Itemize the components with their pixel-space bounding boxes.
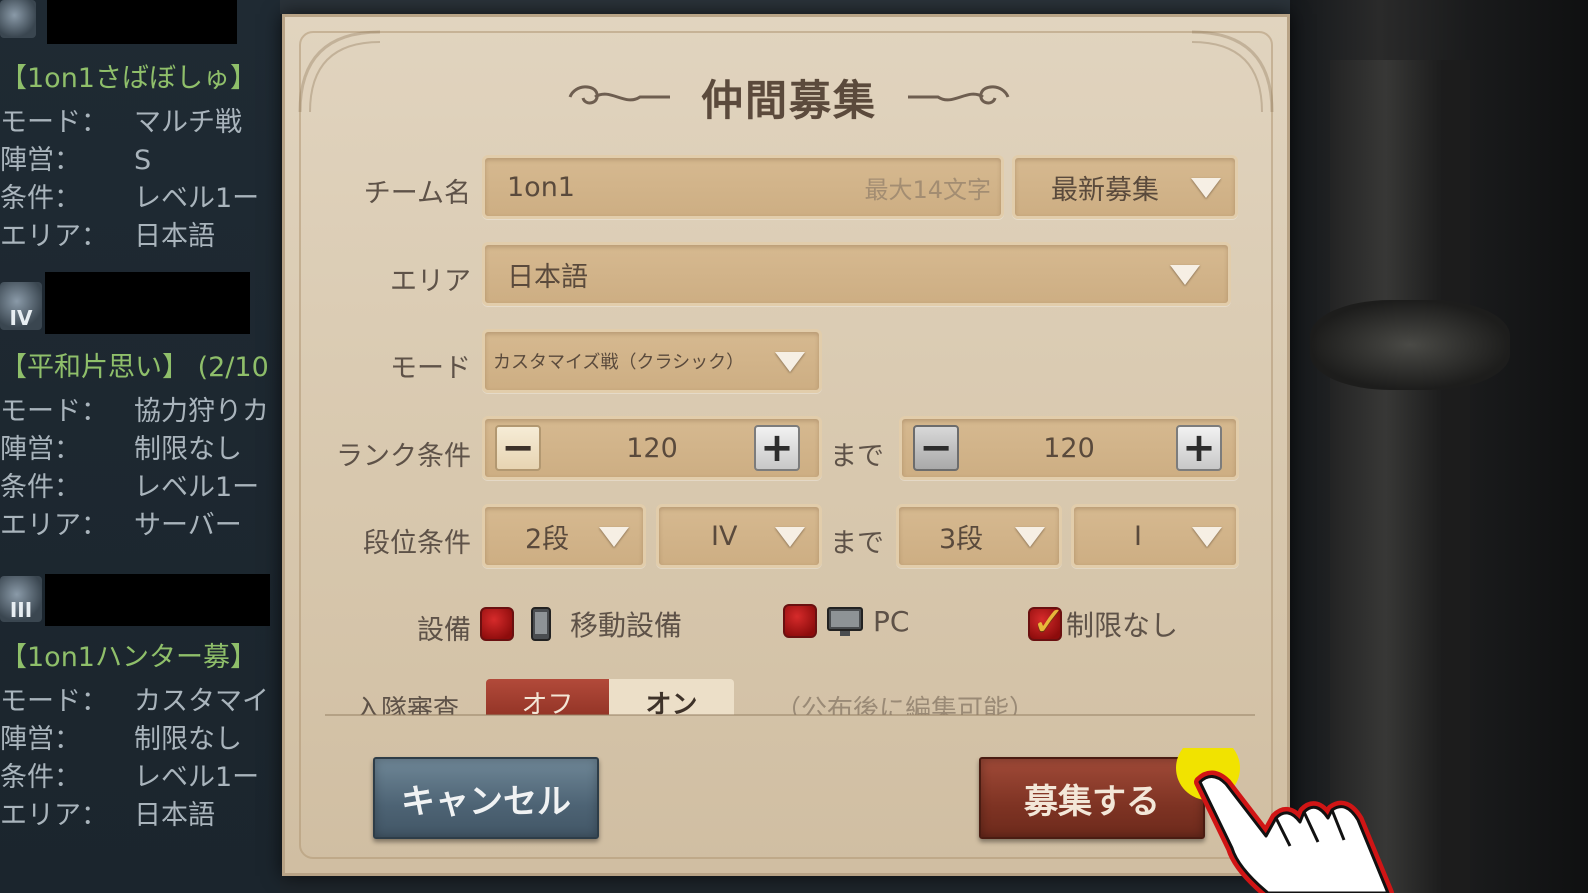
team-faction: 陣営： 制限なし [0, 724, 242, 755]
flourish-left-icon [568, 85, 670, 105]
background-top-strip [280, 0, 1290, 14]
review-label: 入隊審査 [355, 695, 460, 715]
scroll-divider [325, 714, 1255, 716]
chevron-down-icon [775, 527, 805, 547]
cancel-button[interactable]: キャンセル [373, 757, 599, 839]
tier-from-dan-value: 2段 [525, 523, 570, 555]
chevron-down-icon [1170, 265, 1200, 285]
dialog-header: 仲間募集 [285, 67, 1293, 127]
tier-from-sub-select[interactable]: IV [656, 504, 822, 568]
rank-condition-label: ランク条件 [336, 441, 471, 472]
monitor-icon [827, 607, 863, 636]
tier-to-sub-value: I [1134, 520, 1142, 552]
team-name-input[interactable]: 1on1 最大14文字 [482, 155, 1004, 219]
device-option-label: 移動設備 [570, 609, 683, 642]
tier-condition-label: 段位条件 [363, 528, 471, 559]
device-option-label: 制限なし [1066, 609, 1179, 642]
review-note: （公布後に編集可能） [775, 695, 1036, 715]
phone-icon [531, 607, 551, 641]
pointing-hand-icon [1176, 748, 1394, 893]
tier-to-dan-value: 3段 [939, 523, 984, 555]
rank-emblem-icon: III [0, 576, 42, 622]
sort-select[interactable]: 最新募集 [1012, 155, 1238, 219]
area-select-value: 日本語 [507, 261, 588, 293]
rank-to-plus-button[interactable]: + [1176, 425, 1222, 471]
review-off-toggle[interactable]: オフ [486, 679, 609, 715]
tier-to-dan-select[interactable]: 3段 [896, 504, 1062, 568]
pillar-capital-decoration [1310, 300, 1510, 390]
tier-to-sub-select[interactable]: I [1071, 504, 1239, 568]
mode-label: モード [390, 353, 471, 384]
sort-select-value: 最新募集 [1051, 174, 1159, 206]
redacted-player-name [47, 0, 237, 44]
team-list-panel: 【1on1さばぼしゅ】 モード： マルチ戦 陣営： S 条件： レベル1ー エリア：日… [0, 0, 280, 893]
rank-emblem-icon [0, 0, 36, 38]
rank-from-minus-button[interactable]: − [495, 425, 541, 471]
team-condition: 条件： レベル1ー [0, 183, 260, 214]
rank-to-value: 120 [1043, 432, 1095, 464]
team-faction: 陣営： S [0, 145, 152, 176]
tier-from-dan-select[interactable]: 2段 [482, 504, 646, 568]
rank-range-separator: まで [830, 441, 884, 472]
review-on-toggle[interactable]: オン [609, 679, 734, 715]
redacted-player-name [45, 272, 250, 334]
area-select[interactable]: 日本語 [482, 242, 1231, 306]
team-list-item[interactable]: IV 【平和片思い】 (2/10 モード： 協力狩りカ 陣営： 制限なし 条件： レベ… [0, 272, 280, 552]
chevron-down-icon [775, 352, 805, 372]
device-option-pc[interactable]: PC [783, 604, 909, 638]
recruit-dialog: 仲間募集 チーム名 1on1 最大14文字 最新募集 エリア 日本語 モード カ… [282, 14, 1290, 876]
team-name-value: 1on1 [507, 171, 575, 203]
team-name-placeholder: 最大14文字 [864, 175, 991, 204]
tier-range-separator: まで [830, 528, 884, 559]
checkbox-checked-icon: ✓ [1028, 599, 1066, 645]
device-option-mobile[interactable]: 移動設備 [480, 604, 682, 644]
team-mode: モード： マルチ戦 [0, 107, 242, 138]
device-label: 設備 [417, 615, 471, 646]
chevron-down-icon [1192, 527, 1222, 547]
tier-from-sub-value: IV [711, 520, 738, 552]
team-name: 【平和片思い】 (2/10 [0, 352, 269, 383]
team-name-label: チーム名 [363, 178, 471, 209]
checkbox-unchecked-icon [480, 607, 514, 641]
mode-select-value: カスタマイズ戦（クラシック） [493, 352, 745, 373]
team-condition: 条件： レベル1ー [0, 472, 260, 503]
device-option-unlimited[interactable]: ✓ 制限なし [1028, 599, 1179, 645]
checkbox-unchecked-icon [783, 604, 817, 638]
team-name: 【1on1さばぼしゅ】 [0, 63, 257, 94]
rank-emblem-icon: IV [0, 282, 42, 330]
mode-select[interactable]: カスタマイズ戦（クラシック） [482, 329, 822, 393]
team-list-item[interactable]: III 【1on1ハンター募】 モード： カスタマイ 陣営： 制限なし 条件： レベル… [0, 572, 280, 862]
area-label: エリア [390, 266, 471, 297]
chevron-down-icon [1191, 178, 1221, 198]
team-area: エリア： サーバー [0, 510, 242, 541]
rank-from-plus-button[interactable]: + [754, 425, 800, 471]
team-condition: 条件： レベル1ー [0, 762, 260, 793]
chevron-down-icon [599, 527, 629, 547]
rank-from-value: 120 [626, 432, 678, 464]
team-faction: 陣営： 制限なし [0, 434, 242, 465]
rank-to-minus-button[interactable]: − [913, 425, 959, 471]
team-list-item[interactable]: 【1on1さばぼしゅ】 モード： マルチ戦 陣営： S 条件： レベル1ー エリア：日… [0, 0, 280, 260]
review-setting-row: 入隊審査 オフ オン （公布後に編集可能） [285, 673, 1293, 715]
device-option-label: PC [873, 604, 910, 638]
dialog-title: 仲間募集 [700, 75, 877, 125]
team-name: 【1on1ハンター募】 [0, 642, 257, 673]
flourish-right-icon [908, 85, 1010, 105]
team-area: エリア： 日本語 [0, 221, 215, 252]
chevron-down-icon [1015, 527, 1045, 547]
team-mode: モード： カスタマイ [0, 686, 269, 717]
team-area: エリア： 日本語 [0, 800, 215, 831]
redacted-player-name [45, 574, 270, 626]
team-mode: モード： 協力狩りカ [0, 396, 269, 427]
